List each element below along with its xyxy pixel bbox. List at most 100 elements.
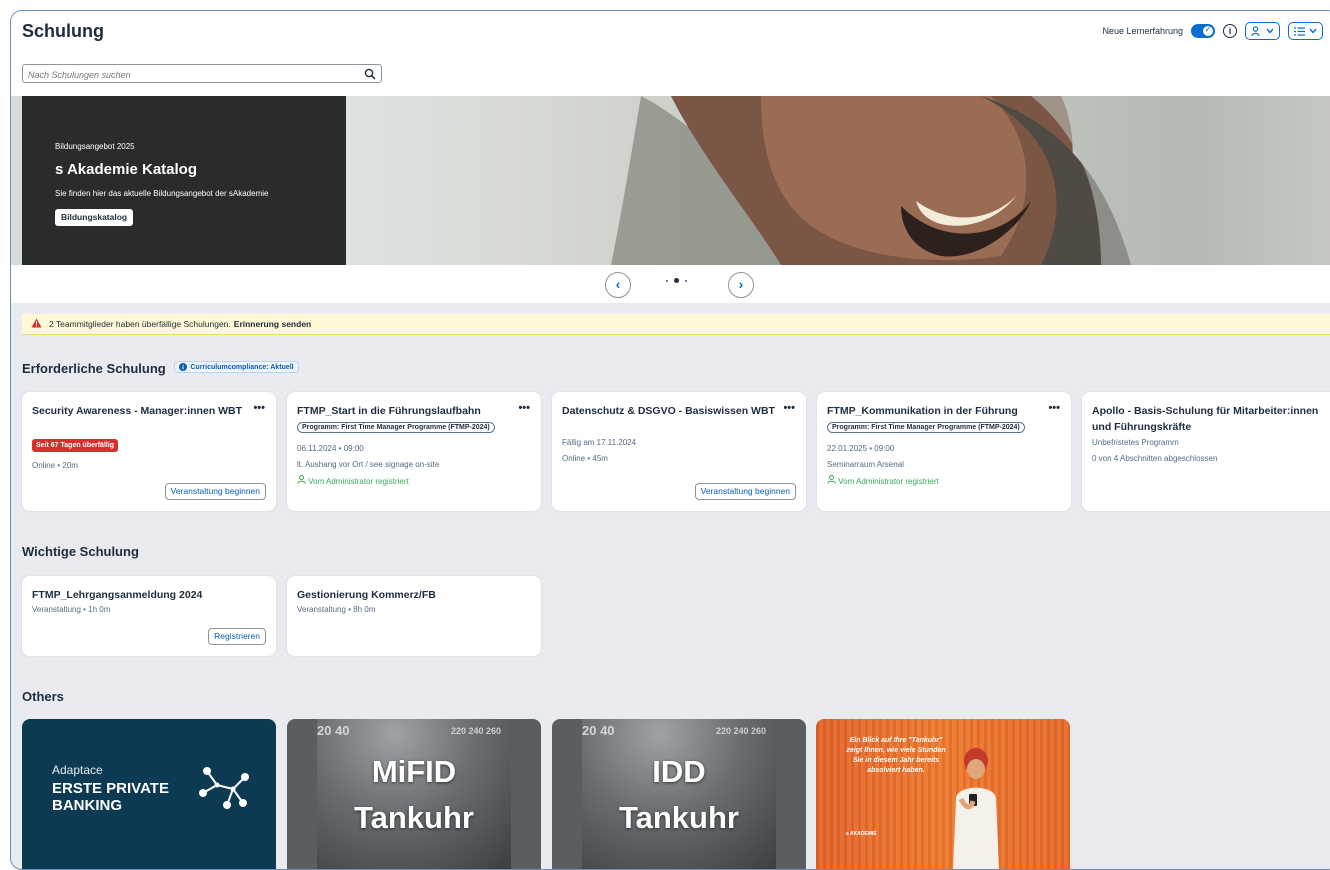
hero-photo-illustration (341, 96, 1330, 265)
app-window: Schulung Neue Lernerfahrung ✓ i (10, 10, 1330, 870)
course-card[interactable]: Datenschutz & DSGVO - Basiswissen WBT ••… (552, 392, 806, 511)
course-tile[interactable]: Ein Blick auf Ihre "Tankuhr" zeigt Ihnen… (816, 719, 1070, 869)
course-title[interactable]: FTMP_Kommunikation in der Führung (827, 403, 1041, 419)
course-tile[interactable]: 20 40 220 240 260 IDD Tankuhr (552, 719, 806, 869)
carousel-indicator (666, 278, 687, 283)
tile-title: MiFID Tankuhr (287, 749, 541, 841)
check-icon: ✓ (1204, 24, 1212, 35)
course-card[interactable]: FTMP_Start in die Führungslaufbahn ••• P… (287, 392, 541, 511)
tile-subtitle: Adaptace (52, 763, 103, 777)
molecule-icon (197, 765, 257, 813)
course-tile[interactable]: Adaptace ERSTE PRIVATE BANKING (22, 719, 276, 869)
registered-status: Vom Administrator registriert (297, 475, 409, 486)
user-icon (297, 475, 306, 484)
course-meta: Veranstaltung • 1h 0m (32, 605, 110, 614)
gauge-ticks-right: 220 240 260 (716, 723, 766, 740)
registered-text: Vom Administrator registriert (838, 477, 938, 486)
program-tag: Programm: First Time Manager Programme (… (297, 422, 495, 433)
important-section-title: Wichtige Schulung (22, 544, 139, 559)
hero-title: s Akademie Katalog (55, 161, 197, 178)
course-title[interactable]: Apollo - Basis-Schulung für Mitarbeiter:… (1092, 403, 1330, 435)
start-event-button[interactable]: Veranstaltung beginnen (165, 483, 266, 500)
start-event-button[interactable]: Veranstaltung beginnen (695, 483, 796, 500)
course-title[interactable]: Datenschutz & DSGVO - Basiswissen WBT (562, 403, 776, 419)
gauge-ticks: 20 40 (582, 723, 615, 738)
course-meta: Online • 20m (32, 461, 78, 470)
hero-image (341, 96, 1330, 265)
course-card[interactable]: Security Awareness - Manager:innen WBT •… (22, 392, 276, 511)
course-title[interactable]: FTMP_Lehrgangsanmeldung 2024 (32, 587, 246, 603)
search-input[interactable] (23, 67, 353, 84)
carousel-dot[interactable] (666, 280, 668, 282)
course-due-date: Fällig am 17.11.2024 (562, 438, 636, 447)
carousel-prev-button[interactable]: ‹ (605, 272, 631, 298)
course-date: 22.01.2025 • 09:00 (827, 444, 894, 453)
carousel-controls: ‹ › (11, 265, 1330, 303)
tile-title-line2: Tankuhr (552, 795, 806, 841)
course-title[interactable]: Security Awareness - Manager:innen WBT (32, 403, 246, 419)
others-section-title: Others (22, 689, 64, 704)
tile-brand: s AKADEMIE (846, 831, 877, 837)
chevron-down-icon (1266, 28, 1274, 34)
compliance-badge-text: Curriculumcompliance: Aktuell (190, 364, 293, 371)
program-progress: 0 von 4 Abschnitten abgeschlossen (1092, 454, 1217, 463)
gauge-ticks-right: 220 240 260 (451, 723, 501, 740)
course-date: 06.11.2024 • 09:00 (297, 444, 364, 453)
course-meta: Online • 45m (562, 454, 608, 463)
search-icon[interactable] (364, 67, 376, 85)
tile-title: ERSTE PRIVATE BANKING (52, 780, 212, 814)
course-title[interactable]: Gestionierung Kommerz/FB (297, 587, 511, 603)
gauge-ticks: 20 40 (317, 723, 350, 738)
registered-text: Vom Administrator registriert (308, 477, 408, 486)
header-actions: Neue Lernerfahrung ✓ i (1102, 22, 1323, 40)
user-icon (827, 475, 836, 484)
hero-banner: Bildungsangebot 2025 s Akademie Katalog … (11, 96, 1330, 265)
new-experience-toggle[interactable]: ✓ (1191, 24, 1215, 38)
more-options-icon[interactable]: ••• (1048, 402, 1060, 414)
info-circle-icon (179, 363, 187, 371)
course-card[interactable]: Apollo - Basis-Schulung für Mitarbeiter:… (1082, 392, 1330, 511)
hero-kicker: Bildungsangebot 2025 (55, 142, 135, 151)
page-title: Schulung (22, 21, 104, 42)
course-card[interactable]: FTMP_Kommunikation in der Führung ••• Pr… (817, 392, 1071, 511)
register-button[interactable]: Registrieren (208, 628, 266, 645)
overdue-alert: 2 Teammitglieder haben überfällige Schul… (22, 314, 1330, 335)
carousel-dot[interactable] (685, 280, 687, 282)
carousel-dot-active[interactable] (674, 278, 679, 283)
user-menu-button[interactable] (1245, 22, 1280, 40)
more-options-icon[interactable]: ••• (783, 402, 795, 414)
registered-status: Vom Administrator registriert (827, 475, 939, 486)
more-options-icon[interactable]: ••• (518, 402, 530, 414)
chevron-down-icon (1309, 28, 1317, 34)
course-location: Seminarraum Arsenal (827, 460, 904, 469)
tile-text: Ein Blick auf Ihre "Tankuhr" zeigt Ihnen… (841, 736, 951, 776)
course-location: lt. Aushang vor Ort / see signage on-sit… (297, 460, 439, 469)
info-icon[interactable]: i (1223, 24, 1237, 38)
user-settings-icon (1251, 26, 1262, 37)
tile-title-line1: IDD (552, 749, 806, 795)
new-experience-label: Neue Lernerfahrung (1102, 26, 1183, 36)
course-tile[interactable]: 20 40 220 240 260 MiFID Tankuhr (287, 719, 541, 869)
program-tag: Programm: First Time Manager Programme (… (827, 422, 1025, 433)
more-options-icon[interactable]: ••• (253, 402, 265, 414)
list-view-icon (1294, 27, 1305, 36)
alert-text: 2 Teammitglieder haben überfällige Schul… (49, 319, 231, 329)
course-card[interactable]: FTMP_Lehrgangsanmeldung 2024 Veranstaltu… (22, 576, 276, 656)
required-section-label: Erforderliche Schulung (22, 361, 166, 376)
carousel-next-button[interactable]: › (728, 272, 754, 298)
course-meta: Veranstaltung • 8h 0m (297, 605, 375, 614)
warning-icon (31, 318, 42, 330)
tile-title-line1: MiFID (287, 749, 541, 795)
send-reminder-link[interactable]: Erinnerung senden (234, 319, 311, 329)
catalog-button[interactable]: Bildungskatalog (55, 209, 133, 226)
hero-text-panel: Bildungsangebot 2025 s Akademie Katalog … (22, 96, 346, 265)
program-type: Unbefristetes Programm (1092, 438, 1179, 447)
hero-description: Sie finden hier das aktuelle Bildungsang… (55, 189, 268, 198)
course-title[interactable]: FTMP_Start in die Führungslaufbahn (297, 403, 511, 419)
page-header: Schulung Neue Lernerfahrung ✓ i (11, 11, 1330, 97)
compliance-badge: Curriculumcompliance: Aktuell (174, 361, 298, 373)
view-menu-button[interactable] (1288, 22, 1323, 40)
search-field[interactable] (22, 64, 382, 83)
required-section-title: Erforderliche Schulung Curriculumcomplia… (22, 361, 299, 376)
course-card[interactable]: Gestionierung Kommerz/FB Veranstaltung •… (287, 576, 541, 656)
